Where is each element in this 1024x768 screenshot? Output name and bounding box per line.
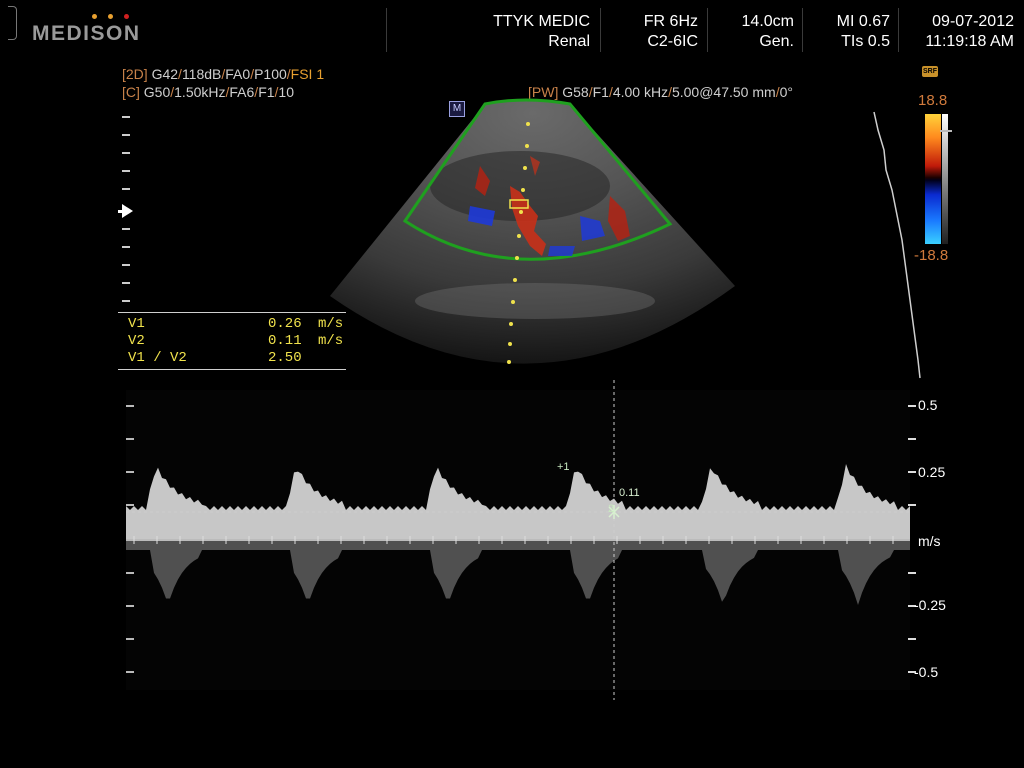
spectrum-tick: [126, 605, 134, 607]
tis-value: TIs 0.5: [841, 33, 890, 50]
param-value-segment: FA6: [229, 84, 255, 100]
param-value-segment: FSI 1: [290, 66, 325, 82]
spectrum-tick: [126, 471, 134, 473]
scale-tick: [908, 504, 916, 506]
institution-name: TTYK MEDIC: [493, 13, 590, 30]
header-divider: [600, 8, 601, 52]
param-value-segment: 118dB: [181, 66, 222, 82]
depth-tick: [122, 264, 130, 266]
measurement-unit: m/s: [318, 316, 344, 332]
param-value-segment: G50: [143, 84, 171, 100]
color-scale-max: 18.8: [918, 92, 948, 109]
depth-tick: [122, 152, 130, 154]
header-divider: [707, 8, 708, 52]
param-tag-color: [C]: [122, 84, 140, 100]
scale-tick: [908, 471, 916, 473]
param-value-segment: FA0: [225, 66, 251, 82]
measurement-row: V1 0.26 m/s: [128, 316, 354, 334]
scale-label-0.25: 0.25: [918, 464, 946, 480]
measurement-value: 0.11: [268, 333, 302, 349]
time-value: 11:19:18 AM: [925, 33, 1014, 50]
measurement-panel: V1 0.26 m/s V2 0.11 m/s V1 / V2 2.50: [118, 312, 346, 370]
scale-unit-label: m/s: [918, 533, 941, 549]
param-line-color: [C] G50/1.50kHz/FA6/F1/10: [122, 84, 294, 100]
spectrum-tick: [126, 638, 134, 640]
depth-tick: [122, 246, 130, 248]
physio-trace: [873, 111, 921, 379]
frame-rate: FR 6Hz: [643, 13, 698, 30]
scale-tick: [908, 638, 916, 640]
depth-tick: [122, 282, 130, 284]
measurement-top-line: [118, 312, 346, 313]
depth-tick: [122, 188, 130, 190]
depth-tick: [122, 170, 130, 172]
spectrum-tick: [126, 504, 134, 506]
header-index-block: MI 0.67 TIs 0.5: [837, 12, 890, 52]
scale-label-0.5: 0.5: [918, 397, 938, 413]
probe-name: C2-6IC: [647, 33, 698, 50]
measurement-label: V1: [128, 316, 145, 332]
depth-tick: [122, 300, 130, 302]
param-value-segment: G42: [151, 66, 179, 82]
param-value-segment: 1.50kHz: [174, 84, 226, 100]
image-marker: M: [449, 101, 465, 117]
date-value: 09-07-2012: [932, 13, 1014, 30]
depth-tick: [122, 134, 130, 136]
doppler-spectrum: [126, 380, 910, 700]
param-value-segment: 0°: [779, 84, 793, 100]
srf-icon: SRF: [922, 66, 938, 77]
measurement-row: V1 / V2 2.50: [128, 350, 354, 368]
side-tab-handle[interactable]: [8, 6, 17, 40]
scale-label-minus-0.25: -0.25: [914, 597, 946, 613]
param-values-2d: G42/118dB/FA0/P100/FSI 1: [152, 66, 325, 82]
param-value-segment: P100: [254, 66, 287, 82]
param-line-2d: [2D] G42/118dB/FA0/P100/FSI 1: [122, 66, 324, 82]
spectrum-tick: [126, 671, 134, 673]
header-divider: [898, 8, 899, 52]
param-values-color: G50/1.50kHz/FA6/F1/10: [144, 84, 294, 100]
measurement-label: V2: [128, 333, 145, 349]
header-institution-block: TTYK MEDIC Renal: [493, 12, 590, 52]
measurement-value: 0.26: [268, 316, 302, 332]
scale-tick: [908, 405, 916, 407]
mode-value: Gen.: [759, 33, 794, 50]
depth-tick: [122, 228, 130, 230]
header-divider: [386, 8, 387, 52]
caliper-value-label: 0.11: [619, 487, 640, 499]
color-velocity-bar: [925, 114, 941, 244]
header-probe-block: FR 6Hz C2-6IC: [644, 12, 698, 52]
scale-label-minus-0.5: -0.5: [914, 664, 939, 680]
measurement-value: 2.50: [268, 350, 302, 366]
caliper-marker-1[interactable]: +1: [557, 461, 570, 473]
param-value-segment: 10: [278, 84, 294, 100]
depth-value: 14.0cm: [741, 13, 794, 30]
brand-dots-icon: [92, 14, 132, 20]
focus-arrow-icon[interactable]: [122, 204, 133, 218]
spectrum-tick: [126, 438, 134, 440]
depth-tick: [122, 116, 130, 118]
color-bar-marker: [940, 130, 952, 132]
scale-tick: [908, 438, 916, 440]
spectrum-tick: [126, 405, 134, 407]
gray-scale-bar: [942, 114, 948, 244]
param-tag-2d: [2D]: [122, 66, 148, 82]
brand-logo: MEDISON: [32, 22, 141, 45]
header-datetime-block: 09-07-2012 11:19:18 AM: [925, 12, 1014, 52]
caliper-marker-2[interactable]: 2: [608, 503, 614, 515]
header-depth-block: 14.0cm Gen.: [742, 12, 794, 52]
preset-name: Renal: [548, 33, 590, 50]
measurement-bottom-line: [118, 369, 346, 370]
scale-tick: [908, 572, 916, 574]
status-header: MEDISON TTYK MEDIC Renal FR 6Hz C2-6IC 1…: [0, 0, 1024, 56]
spectrum-tick: [126, 572, 134, 574]
measurement-label: V1 / V2: [128, 350, 187, 366]
param-value-segment: F1: [258, 84, 275, 100]
header-divider: [802, 8, 803, 52]
b-mode-image: [330, 98, 735, 364]
mi-value: MI 0.67: [836, 13, 890, 30]
measurement-unit: m/s: [318, 333, 344, 349]
measurement-row: V2 0.11 m/s: [128, 333, 354, 351]
